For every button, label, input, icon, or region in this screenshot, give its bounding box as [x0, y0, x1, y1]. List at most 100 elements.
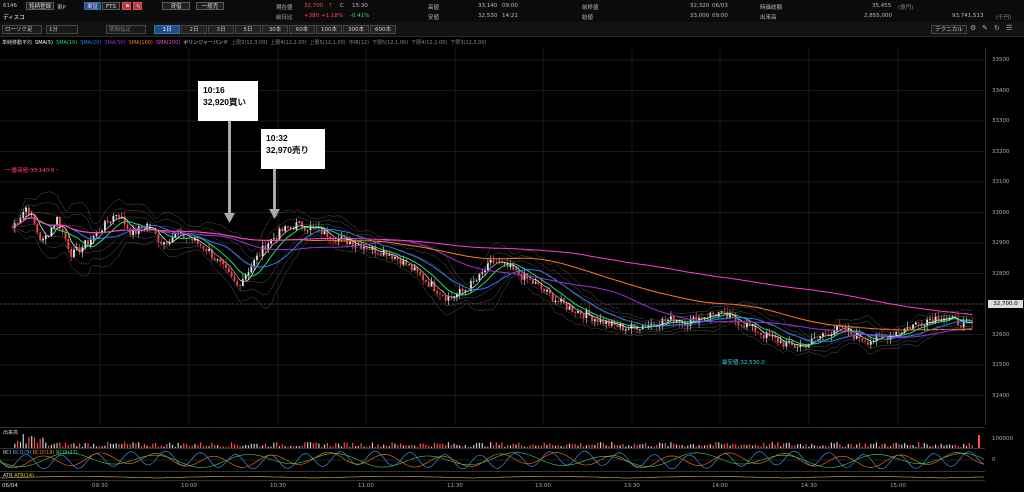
price-chart[interactable]: 一番高値:33,140.0最安値:32,530.0 [0, 48, 985, 425]
candle-body [340, 236, 343, 239]
time-tick: 11:30 [447, 483, 463, 489]
timeframe-7[interactable]: 300本 [343, 25, 369, 34]
timeframe-8[interactable]: 600本 [370, 25, 396, 34]
candle-body [875, 334, 878, 341]
turnover-value: 93,741,513 [952, 13, 984, 19]
current-price-value: 32,700 [304, 3, 324, 9]
candle-body [303, 227, 306, 231]
candle-body [298, 221, 301, 223]
candle-body [788, 340, 791, 343]
timeframe-6[interactable]: 100本 [316, 25, 342, 34]
time-tick: 09:30 [92, 483, 108, 489]
market-cap-label: 時価総額 [760, 5, 783, 11]
rci-panel: RCI RCI1(9) RCI2(18) RCI3(27) [0, 448, 985, 471]
volume-bar [39, 439, 41, 448]
price-tick: 32500 [992, 362, 1010, 368]
candle-body [165, 242, 168, 244]
candle-body [543, 288, 546, 292]
watchlist-button[interactable]: 銘柄登録 [26, 2, 54, 10]
candle-body [441, 294, 444, 296]
change-label: 前日比 [276, 15, 293, 21]
candle-body [261, 245, 264, 256]
candle-body [363, 246, 365, 249]
candle-body [757, 331, 760, 333]
legend-sma-1: SMA(10) [56, 40, 78, 46]
candle-body [196, 238, 199, 244]
candle-body [602, 318, 605, 324]
more-icon[interactable]: ☰ [1006, 24, 1012, 32]
period-select[interactable]: 期間指定 [106, 25, 146, 34]
candle-body [129, 228, 132, 236]
timeframe-1[interactable]: 2日 [181, 25, 207, 34]
market-button[interactable]: 東証 [84, 2, 101, 10]
interval-select[interactable]: 1分 [46, 25, 78, 34]
fts-button[interactable]: FTS [102, 2, 120, 10]
timeframe-3[interactable]: 5日 [235, 25, 261, 34]
volume-bar-last [978, 435, 980, 448]
candle-body [199, 243, 202, 246]
news-icon[interactable]: ✎ [133, 2, 142, 10]
timeframe-5[interactable]: 60本 [289, 25, 315, 34]
timeframe-4[interactable]: 30本 [262, 25, 288, 34]
chart-type-select[interactable]: ローソク足 [2, 25, 42, 34]
legend-bb-1: 上限4(12,2.00) [270, 40, 307, 46]
refresh-icon[interactable]: ↻ [994, 24, 1000, 32]
candle-body [30, 214, 33, 215]
candle-body [475, 280, 478, 282]
prev-close-date: 06/03 [712, 3, 728, 9]
candle-body [109, 221, 112, 223]
legend-sma-5: SMA(200) [155, 40, 181, 46]
legend-bb-4: 下限5(12,1.00) [371, 40, 409, 46]
candle-body [309, 225, 312, 230]
candle-body [270, 239, 272, 244]
technical-button[interactable]: テクニカル [931, 25, 967, 34]
candle-body [853, 334, 855, 339]
candle-body [306, 229, 309, 231]
time-tick: 11:00 [358, 483, 374, 489]
candle-body [430, 281, 433, 287]
volume-bar [31, 435, 33, 448]
time-axis: 06/04 09:30 10:00 10:30 11:00 11:30 13:00 13:3… [0, 480, 985, 492]
candle-body [534, 282, 537, 284]
price-tick: 32400 [992, 392, 1010, 399]
candle-body [227, 268, 230, 273]
change-percent-2: -0.41% [350, 13, 370, 19]
low-label: 安値 [428, 15, 440, 21]
legend-sma-0: SMA(5) [35, 40, 54, 46]
candle-body [230, 272, 233, 277]
prev-close-label: 前終値 [582, 5, 599, 11]
alert-icon[interactable]: ⚑ [122, 2, 131, 10]
candle-body [419, 271, 422, 275]
credit-button[interactable]: 貸借 [162, 2, 190, 10]
candle-body [247, 272, 250, 275]
prev-close-value: 32,320 [690, 3, 710, 9]
candle-body [44, 235, 47, 239]
candle-body [447, 296, 450, 301]
change-value: +380 [304, 13, 320, 19]
candle-body [624, 329, 627, 331]
candle-body [413, 267, 416, 271]
candle-body [222, 261, 225, 265]
price-tick: 33000 [992, 209, 1010, 216]
candle-body [867, 341, 869, 345]
open-label: 始値 [582, 15, 594, 21]
timeframe-2[interactable]: 3日 [208, 25, 234, 34]
timeframe-0[interactable]: 1日 [154, 25, 180, 34]
candle-body [712, 312, 715, 315]
candle-body [546, 289, 548, 292]
candle-body [762, 334, 765, 338]
bollinger-lower-1 [12, 223, 973, 348]
sma-line-50 [11, 217, 973, 339]
buy-arrow-icon [224, 213, 235, 223]
current-price-marker: 32,700.0 [988, 300, 1023, 308]
volume-panel: 出来高 [0, 427, 985, 448]
general-sell-button[interactable]: 一般売 [196, 2, 224, 10]
legend-sma-3: SMA(50) [104, 40, 126, 46]
candle-body [768, 332, 771, 337]
sell-arrow-shaft [273, 169, 276, 209]
draw-tool-icon[interactable]: ✎ [982, 24, 988, 32]
price-tick: 33200 [992, 148, 1010, 155]
time-tick: 10:30 [270, 483, 286, 489]
settings-icon[interactable]: ⚙ [970, 24, 976, 32]
candle-body [323, 229, 326, 235]
